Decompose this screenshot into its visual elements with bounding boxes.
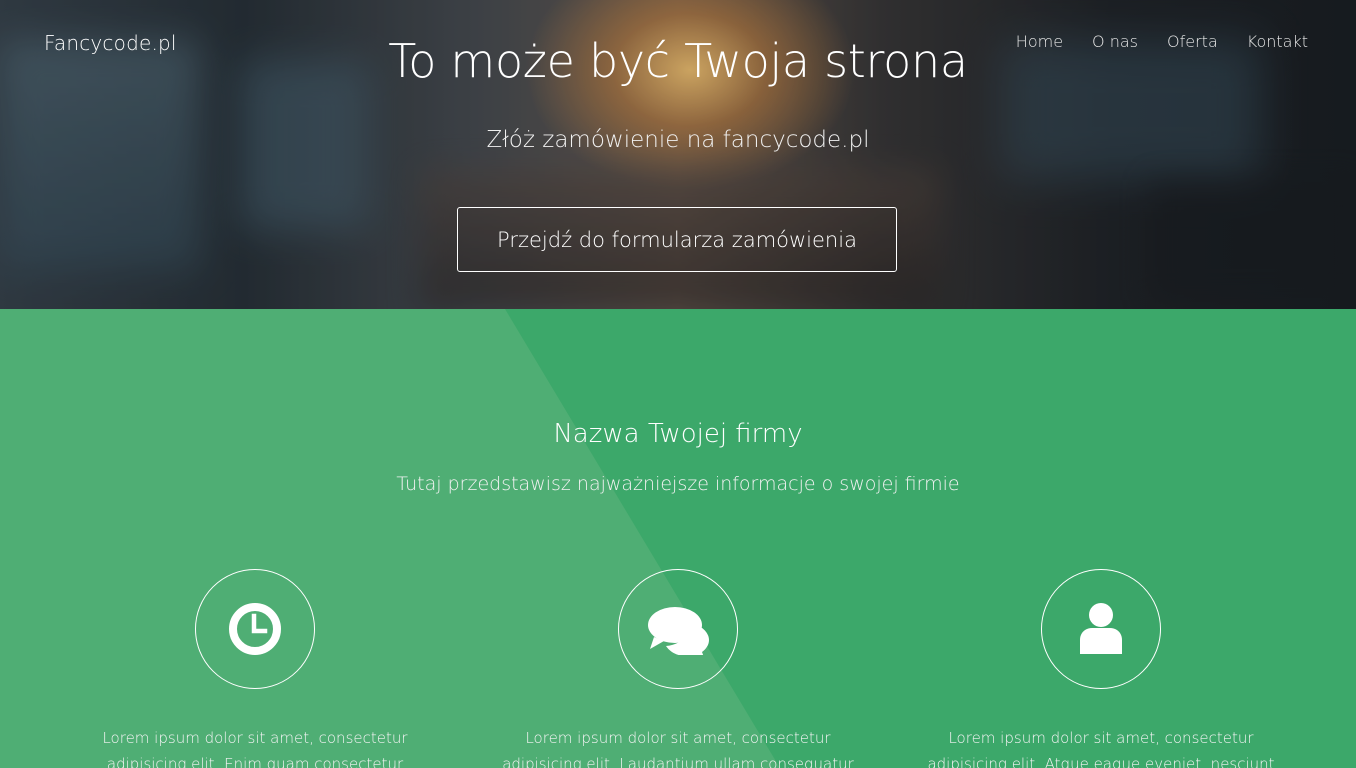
- user-icon: [1080, 603, 1122, 654]
- feature-item: Lorem ipsum dolor sit amet, consectetur …: [75, 569, 435, 768]
- feature-icon-circle: [618, 569, 738, 689]
- hero-section: Fancycode.pl Home O nas Oferta Kontakt T…: [0, 0, 1356, 309]
- company-section: Nazwa Twojej firmy Tutaj przedstawisz na…: [0, 309, 1356, 768]
- hero-title: To może być Twoja strona: [388, 34, 968, 88]
- feature-item: Lorem ipsum dolor sit amet, consectetur …: [498, 569, 858, 768]
- feature-text: Lorem ipsum dolor sit amet, consectetur …: [927, 729, 1275, 768]
- company-tagline: Tutaj przedstawisz najważniejsze informa…: [396, 473, 960, 495]
- feature-item: Lorem ipsum dolor sit amet, consectetur …: [921, 569, 1281, 768]
- feature-icon-circle: [195, 569, 315, 689]
- order-form-button[interactable]: Przejdź do formularza zamówienia: [457, 207, 897, 272]
- clock-icon: [229, 603, 281, 655]
- company-name: Nazwa Twojej firmy: [553, 419, 803, 449]
- chat-bubbles-icon: [648, 607, 709, 655]
- feature-text: Lorem ipsum dolor sit amet, consectetur …: [102, 729, 408, 768]
- feature-icon-circle: [1041, 569, 1161, 689]
- hero-subtitle: Złóż zamówienie na fancycode.pl: [486, 127, 870, 153]
- feature-text: Lorem ipsum dolor sit amet, consectetur …: [502, 729, 854, 768]
